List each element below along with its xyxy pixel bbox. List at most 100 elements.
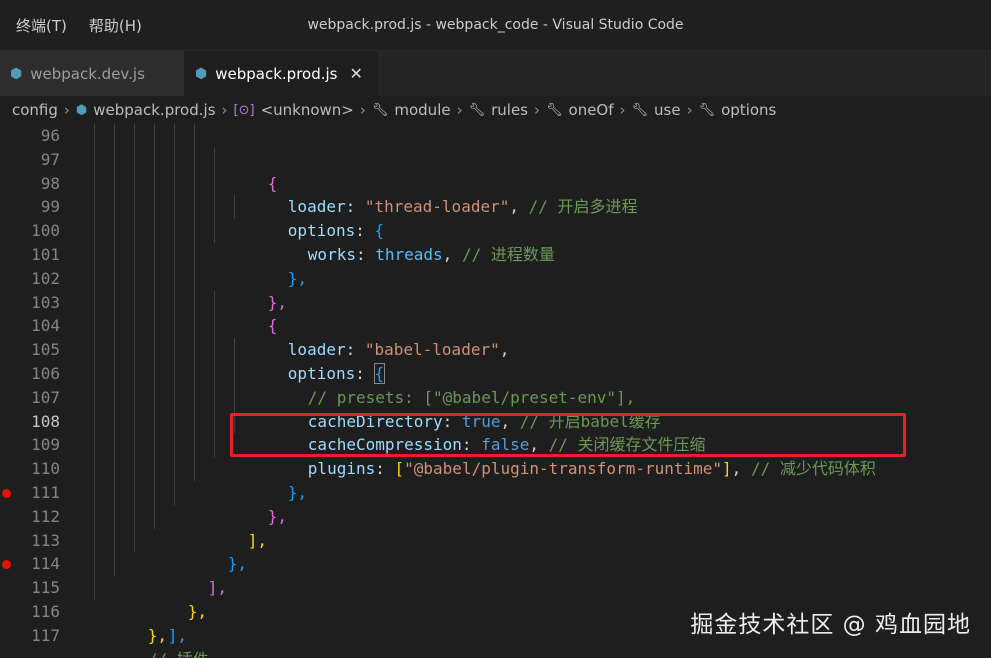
tab-webpack-dev[interactable]: ⬢ webpack.dev.js — [0, 51, 185, 96]
chevron-right-icon: › — [687, 101, 693, 119]
code-line: 114 }, — [0, 552, 991, 576]
breadcrumb-item-oneof[interactable]: oneOf — [569, 101, 614, 119]
breadcrumb: config › ⬢ webpack.prod.js › [⊙] <unknow… — [0, 96, 991, 124]
wrench-icon: 🔧︎ — [372, 103, 389, 118]
line-content: loader: "thread-loader", // 开启多进程 — [76, 148, 991, 172]
code-line: 105 // presets: ["@babel/preset-env"], — [0, 338, 991, 362]
line-number: 106 — [0, 362, 76, 386]
code-line-current: 108 plugins: ["@babel/plugin-transform-r… — [0, 410, 991, 434]
line-content: options: { — [76, 314, 991, 338]
chevron-right-icon: › — [64, 101, 70, 119]
line-content: { — [76, 267, 991, 291]
code-line: 97 loader: "thread-loader", // 开启多进程 — [0, 148, 991, 172]
line-content: plugins: ["@babel/plugin-transform-runti… — [76, 410, 991, 434]
code-editor[interactable]: 96 { 97 loader: "thread-loader", // 开启多进… — [0, 124, 991, 658]
chevron-right-icon: › — [620, 101, 626, 119]
code-line: 100 }, — [0, 219, 991, 243]
line-content: cacheCompression: false, // 关闭缓存文件压缩 — [76, 386, 991, 410]
breakpoint-icon[interactable] — [2, 560, 11, 569]
line-content: works: threads, // 进程数量 — [76, 195, 991, 219]
line-content: }, — [76, 219, 991, 243]
js-file-icon: ⬢ — [195, 66, 207, 82]
code-line: 106 cacheDirectory: true, // 开启babel缓存 — [0, 362, 991, 386]
line-number: 115 — [0, 576, 76, 600]
line-content: loader: "babel-loader", — [76, 291, 991, 315]
code-line: 110 }, — [0, 457, 991, 481]
code-line: 115 ], — [0, 576, 991, 600]
wrench-icon: 🔧︎ — [546, 103, 563, 118]
line-number: 116 — [0, 600, 76, 624]
menu-terminal[interactable]: 终端(T) — [16, 15, 67, 36]
line-content: // presets: ["@babel/preset-env"], — [76, 338, 991, 362]
breadcrumb-item-config[interactable]: config — [12, 101, 58, 119]
chevron-right-icon: › — [534, 101, 540, 119]
js-file-icon: ⬢ — [76, 103, 87, 118]
breadcrumb-item-file[interactable]: webpack.prod.js — [93, 101, 215, 119]
code-line: 99 works: threads, // 进程数量 — [0, 195, 991, 219]
line-number: 108 — [0, 410, 76, 434]
line-content: options: { — [76, 172, 991, 196]
tab-label: webpack.prod.js — [215, 65, 337, 83]
line-number: 107 — [0, 386, 76, 410]
breakpoint-icon[interactable] — [2, 489, 11, 498]
title-bar: 终端(T) 帮助(H) webpack.prod.js - webpack_co… — [0, 0, 991, 51]
line-number: 102 — [0, 267, 76, 291]
line-content: }, — [76, 552, 991, 576]
breadcrumb-item-options[interactable]: options — [721, 101, 776, 119]
menu-bar: 终端(T) 帮助(H) — [0, 15, 142, 36]
line-content: }, — [76, 457, 991, 481]
code-line: 103 loader: "babel-loader", — [0, 291, 991, 315]
line-content: { — [76, 124, 991, 148]
line-number: 113 — [0, 529, 76, 553]
breadcrumb-item-rules[interactable]: rules — [491, 101, 528, 119]
window-title: webpack.prod.js - webpack_code - Visual … — [0, 17, 991, 33]
line-content: ], — [76, 481, 991, 505]
chevron-right-icon: › — [457, 101, 463, 119]
breadcrumb-item-unknown[interactable]: <unknown> — [261, 101, 354, 119]
wrench-icon: 🔧︎ — [699, 103, 716, 118]
tab-webpack-prod[interactable]: ⬢ webpack.prod.js ✕ — [185, 51, 378, 96]
breadcrumb-item-use[interactable]: use — [654, 101, 681, 119]
wrench-icon: 🔧︎ — [469, 103, 486, 118]
watermark: 掘金技术社区 @ 鸡血园地 — [690, 605, 971, 639]
line-number: 105 — [0, 338, 76, 362]
line-number: 98 — [0, 172, 76, 196]
js-file-icon: ⬢ — [10, 66, 22, 82]
code-line: 109 }, — [0, 433, 991, 457]
line-number: 112 — [0, 505, 76, 529]
code-line: 96 { — [0, 124, 991, 148]
code-line: 112 }, — [0, 505, 991, 529]
editor-tabs: ⬢ webpack.dev.js ⬢ webpack.prod.js ✕ — [0, 51, 991, 96]
line-number: 110 — [0, 457, 76, 481]
line-number: 96 — [0, 124, 76, 148]
line-content: ], — [76, 529, 991, 553]
code-line: 102 { — [0, 267, 991, 291]
line-content: }, — [76, 243, 991, 267]
line-content: }, — [76, 433, 991, 457]
chevron-right-icon: › — [360, 101, 366, 119]
close-icon[interactable]: ✕ — [349, 64, 362, 83]
line-number: 114 — [0, 552, 76, 576]
menu-help[interactable]: 帮助(H) — [89, 15, 142, 36]
object-symbol-icon: [⊙] — [234, 103, 255, 118]
code-line: 111 ], — [0, 481, 991, 505]
line-number: 104 — [0, 314, 76, 338]
line-number: 109 — [0, 433, 76, 457]
line-number: 103 — [0, 291, 76, 315]
code-line: 104 options: { — [0, 314, 991, 338]
line-content: cacheDirectory: true, // 开启babel缓存 — [76, 362, 991, 386]
line-number: 99 — [0, 195, 76, 219]
line-number: 100 — [0, 219, 76, 243]
chevron-right-icon: › — [222, 101, 228, 119]
code-line: 98 options: { — [0, 172, 991, 196]
line-number: 111 — [0, 481, 76, 505]
code-line: 107 cacheCompression: false, // 关闭缓存文件压缩 — [0, 386, 991, 410]
line-content: ], — [76, 576, 991, 600]
breadcrumb-item-module[interactable]: module — [394, 101, 450, 119]
line-number: 97 — [0, 148, 76, 172]
line-content: }, — [76, 505, 991, 529]
line-number: 117 — [0, 624, 76, 648]
code-line: 101 }, — [0, 243, 991, 267]
wrench-icon: 🔧︎ — [632, 103, 649, 118]
tab-label: webpack.dev.js — [30, 65, 145, 83]
